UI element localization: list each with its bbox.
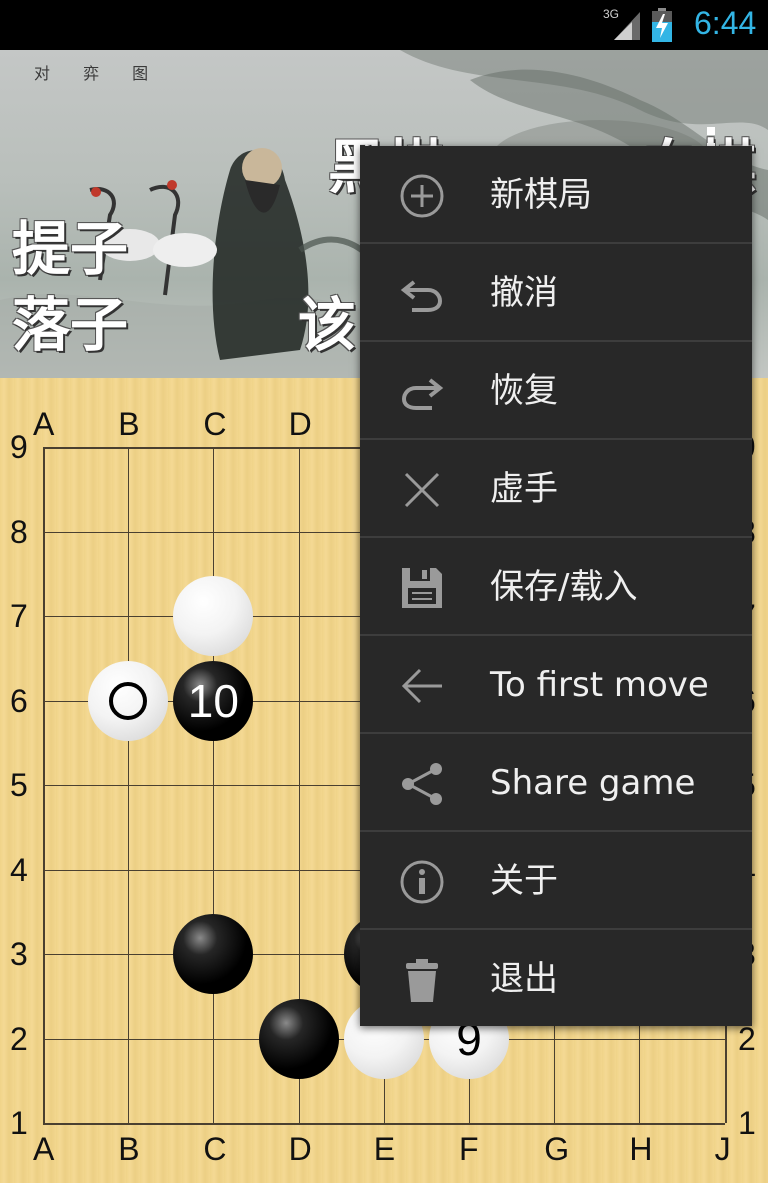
menu-item-redo[interactable]: 恢复 xyxy=(360,342,752,440)
menu-item-label: 保存/载入 xyxy=(490,567,638,607)
row-label-left: 6 xyxy=(10,682,28,719)
menu-item-label: Share game xyxy=(490,763,696,803)
black-stone: 10 xyxy=(173,660,254,741)
column-label-bottom: B xyxy=(118,1131,140,1167)
row-label-right: 1 xyxy=(738,1105,756,1141)
undo-icon xyxy=(398,270,446,318)
column-label-bottom: F xyxy=(459,1131,479,1167)
column-label-bottom: A xyxy=(33,1131,55,1167)
menu-item-about[interactable]: 关于 xyxy=(360,832,752,930)
save-icon xyxy=(398,564,446,612)
menu-item-to-first-move[interactable]: To first move xyxy=(360,636,752,734)
column-label-bottom: J xyxy=(714,1131,731,1167)
column-label-bottom: D xyxy=(288,1131,312,1167)
column-label-bottom: G xyxy=(544,1131,570,1167)
column-label-top: A xyxy=(33,406,55,442)
column-label-top: B xyxy=(118,406,140,442)
menu-item-label: 关于 xyxy=(490,861,558,901)
column-label-bottom: H xyxy=(629,1131,653,1167)
black-stone xyxy=(173,914,254,994)
white-stone xyxy=(173,576,254,656)
last-move-marker xyxy=(109,681,148,720)
close-icon xyxy=(398,466,446,514)
share-icon xyxy=(398,760,446,808)
menu-item-label: 退出 xyxy=(490,959,558,999)
painting-inscription: 对 弈 图 xyxy=(34,64,163,83)
menu-item-label: 新棋局 xyxy=(490,175,592,215)
menu-item-label: To first move xyxy=(490,665,709,705)
row-label-left: 7 xyxy=(10,598,28,634)
menu-item-exit[interactable]: 退出 xyxy=(360,930,752,1028)
plus-circle-icon xyxy=(398,172,446,220)
row-label-left: 1 xyxy=(10,1105,28,1141)
menu-item-label: 恢复 xyxy=(490,371,558,411)
move-number-label: 10 xyxy=(187,674,239,727)
menu-item-label: 撤消 xyxy=(490,273,558,313)
redo-icon xyxy=(398,368,446,416)
row-label-left: 9 xyxy=(10,429,28,465)
status-bar: 3G 6:44 xyxy=(0,0,768,50)
column-label-top: C xyxy=(203,406,227,442)
status-clock: 6:44 xyxy=(694,5,757,41)
white-stone xyxy=(88,660,169,741)
signal-icon xyxy=(614,12,640,40)
menu-item-save-load[interactable]: 保存/载入 xyxy=(360,538,752,636)
column-label-top: D xyxy=(288,406,312,442)
grid-line-horizontal xyxy=(43,1123,725,1125)
overflow-menu: 新棋局撤消恢复虚手保存/载入 To first move Share game 关于退… xyxy=(360,146,752,1026)
row-label-left: 8 xyxy=(10,513,28,550)
row-label-left: 5 xyxy=(10,767,28,803)
battery-charging-icon xyxy=(652,8,672,42)
menu-item-new-game[interactable]: 新棋局 xyxy=(360,146,752,244)
info-icon xyxy=(398,858,446,906)
row-label-left: 4 xyxy=(10,851,28,888)
captured-stones-label: 提子 xyxy=(12,215,129,283)
placed-stones-label: 落子 xyxy=(12,291,129,359)
menu-item-label: 虚手 xyxy=(490,469,558,509)
black-stone xyxy=(258,998,339,1079)
menu-item-undo[interactable]: 撤消 xyxy=(360,244,752,342)
turn-label: 该 xyxy=(298,291,357,359)
trash-icon xyxy=(398,956,446,1004)
column-label-bottom: E xyxy=(373,1131,396,1167)
overflow-dot-icon xyxy=(707,127,715,135)
row-label-left: 3 xyxy=(10,936,28,972)
menu-item-pass[interactable]: 虚手 xyxy=(360,440,752,538)
menu-item-share-game[interactable]: Share game xyxy=(360,734,752,832)
column-label-bottom: C xyxy=(203,1131,227,1167)
row-label-left: 2 xyxy=(10,1020,28,1057)
arrow-left-icon xyxy=(398,662,446,710)
